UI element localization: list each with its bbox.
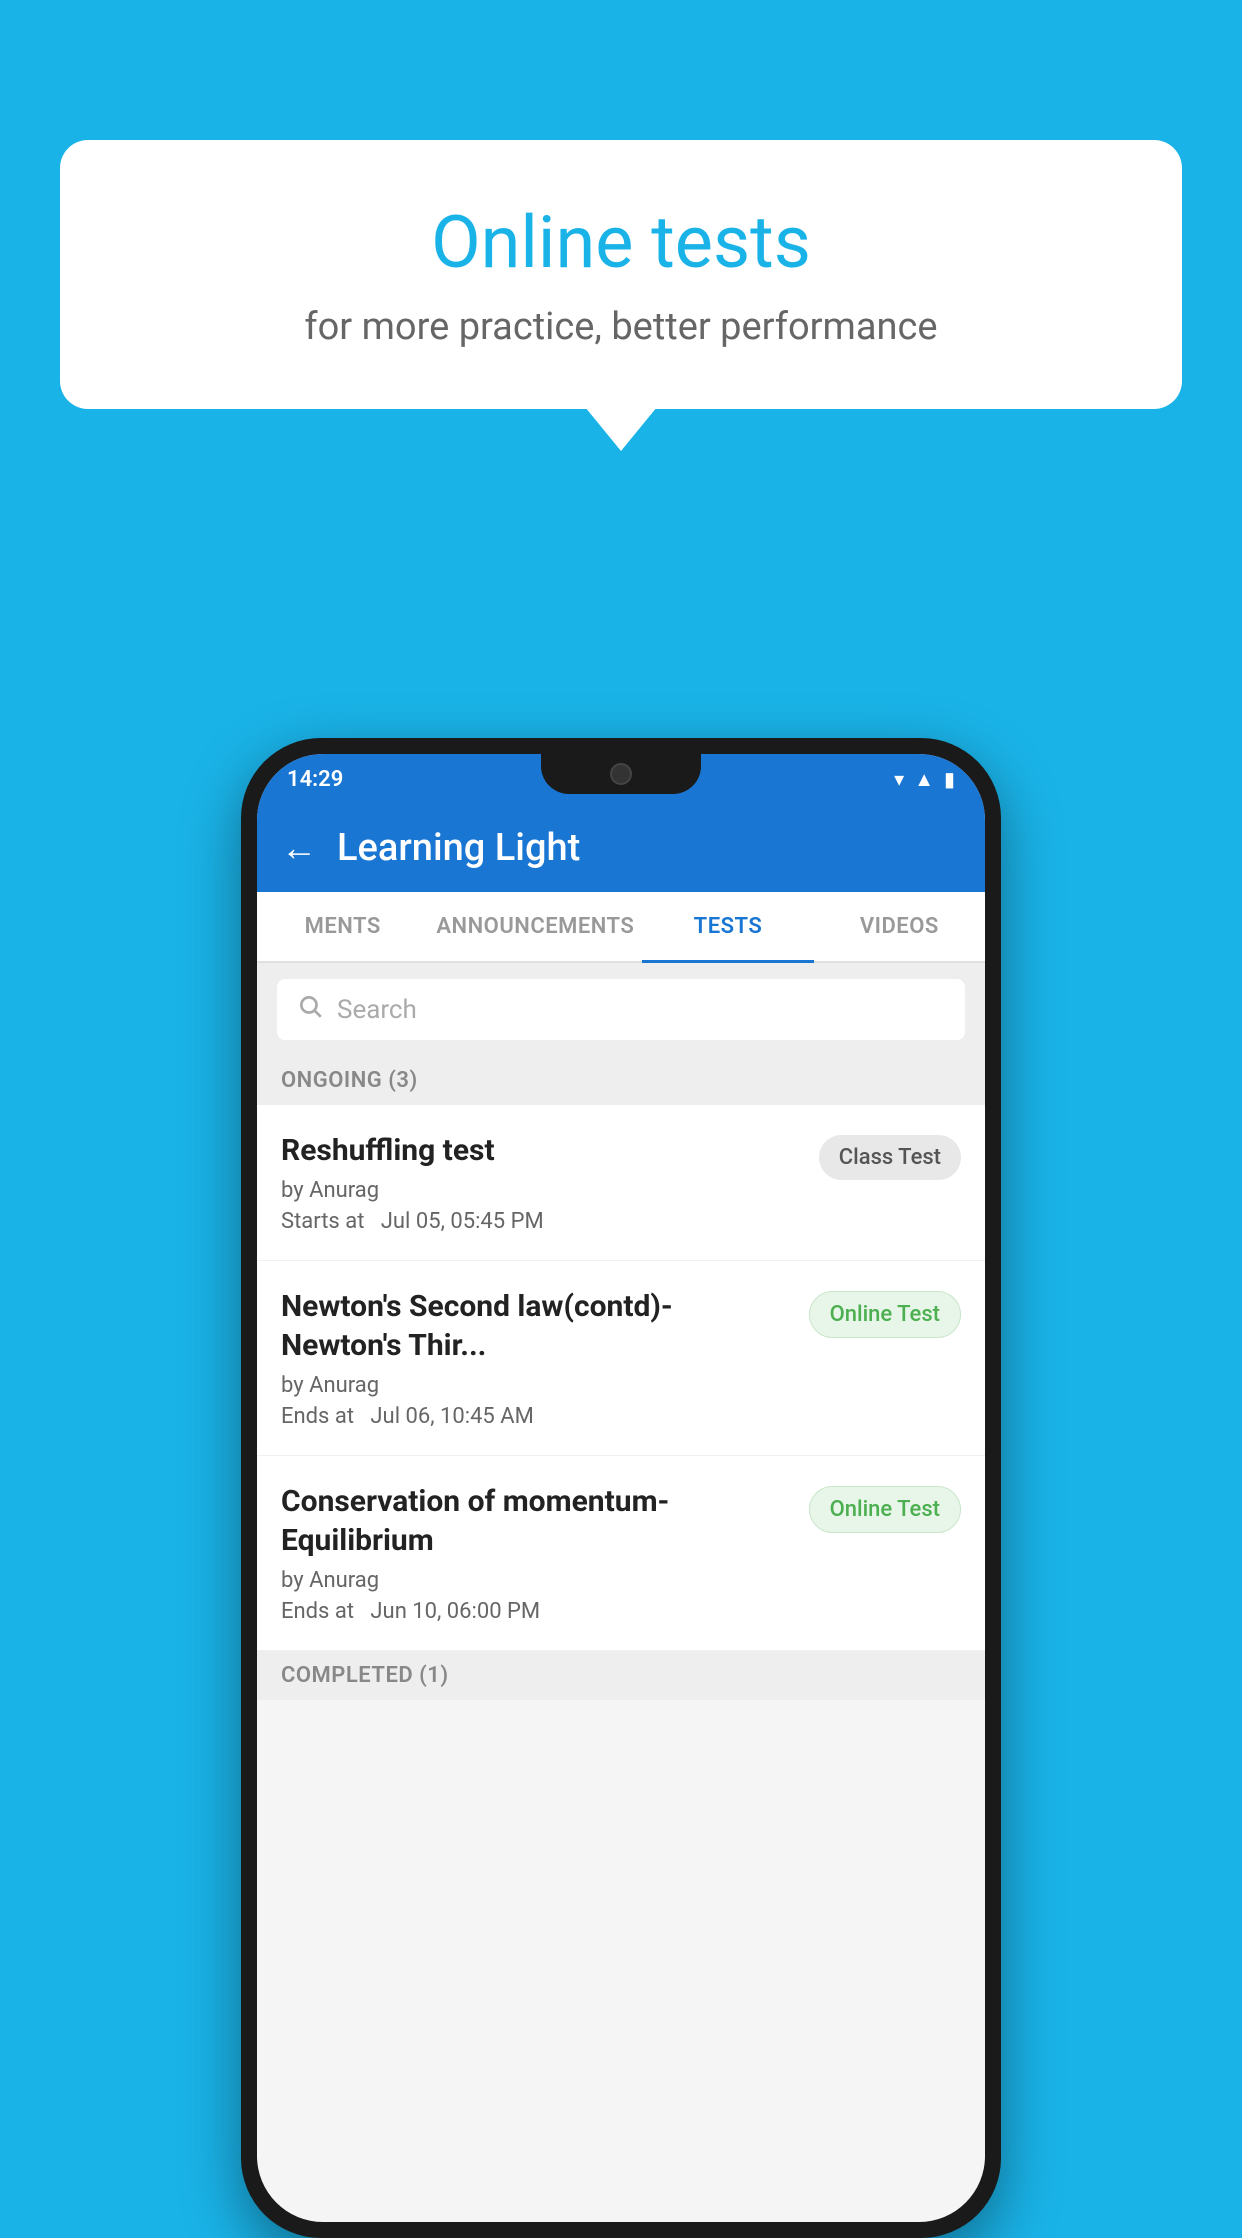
tab-tests[interactable]: TESTS — [642, 892, 813, 961]
phone-outer-frame: 14:29 ▾ ▲ ▮ ← Learning Light MENTS ANNOU… — [241, 738, 1001, 2238]
test-badge-2: Online Test — [809, 1291, 961, 1338]
speech-bubble-container: Online tests for more practice, better p… — [60, 140, 1182, 409]
test-info-3: Conservation of momentum-Equilibrium by … — [281, 1482, 793, 1624]
status-time: 14:29 — [287, 767, 343, 792]
test-author-1: by Anurag — [281, 1178, 803, 1203]
test-time-label-1: Starts at — [281, 1209, 364, 1234]
signal-icon: ▲ — [914, 767, 934, 792]
phone-notch — [541, 754, 701, 794]
test-name-1: Reshuffling test — [281, 1131, 803, 1170]
ongoing-section-header: ONGOING (3) — [257, 1056, 985, 1105]
search-container: Search — [257, 963, 985, 1056]
back-button[interactable]: ← — [281, 827, 317, 869]
test-time-3: Ends at Jun 10, 06:00 PM — [281, 1599, 793, 1624]
app-header: ← Learning Light — [257, 804, 985, 892]
search-bar[interactable]: Search — [277, 979, 965, 1040]
test-name-3: Conservation of momentum-Equilibrium — [281, 1482, 793, 1560]
tab-announcements[interactable]: ANNOUNCEMENTS — [428, 892, 642, 961]
speech-bubble: Online tests for more practice, better p… — [60, 140, 1182, 409]
tab-ments[interactable]: MENTS — [257, 892, 428, 961]
wifi-icon: ▾ — [894, 767, 904, 791]
tests-list: Reshuffling test by Anurag Starts at Jul… — [257, 1105, 985, 1651]
phone-mockup: 14:29 ▾ ▲ ▮ ← Learning Light MENTS ANNOU… — [241, 738, 1001, 2238]
search-input-placeholder: Search — [337, 995, 417, 1025]
test-item-1[interactable]: Reshuffling test by Anurag Starts at Jul… — [257, 1105, 985, 1261]
test-info-1: Reshuffling test by Anurag Starts at Jul… — [281, 1131, 803, 1234]
test-info-2: Newton's Second law(contd)-Newton's Thir… — [281, 1287, 793, 1429]
test-time-label-3: Ends at — [281, 1599, 354, 1624]
test-time-label-2: Ends at — [281, 1404, 354, 1429]
speech-bubble-subtitle: for more practice, better performance — [140, 305, 1102, 349]
test-badge-3: Online Test — [809, 1486, 961, 1533]
speech-bubble-title: Online tests — [140, 200, 1102, 285]
test-author-3: by Anurag — [281, 1568, 793, 1593]
test-time-2: Ends at Jul 06, 10:45 AM — [281, 1404, 793, 1429]
test-name-2: Newton's Second law(contd)-Newton's Thir… — [281, 1287, 793, 1365]
test-time-value-1: Jul 05, 05:45 PM — [381, 1209, 544, 1234]
battery-icon: ▮ — [944, 767, 955, 791]
phone-screen: 14:29 ▾ ▲ ▮ ← Learning Light MENTS ANNOU… — [257, 754, 985, 2222]
test-item-3[interactable]: Conservation of momentum-Equilibrium by … — [257, 1456, 985, 1651]
test-time-1: Starts at Jul 05, 05:45 PM — [281, 1209, 803, 1234]
test-time-value-2: Jul 06, 10:45 AM — [370, 1404, 533, 1429]
search-icon — [297, 993, 323, 1026]
phone-camera — [610, 763, 632, 785]
app-title: Learning Light — [337, 826, 580, 870]
status-icons: ▾ ▲ ▮ — [894, 767, 955, 792]
test-item-2[interactable]: Newton's Second law(contd)-Newton's Thir… — [257, 1261, 985, 1456]
tabs-container: MENTS ANNOUNCEMENTS TESTS VIDEOS — [257, 892, 985, 963]
test-badge-1: Class Test — [819, 1135, 961, 1180]
completed-section-header: COMPLETED (1) — [257, 1651, 985, 1700]
tab-videos[interactable]: VIDEOS — [814, 892, 985, 961]
test-author-2: by Anurag — [281, 1373, 793, 1398]
test-time-value-3: Jun 10, 06:00 PM — [370, 1599, 540, 1624]
